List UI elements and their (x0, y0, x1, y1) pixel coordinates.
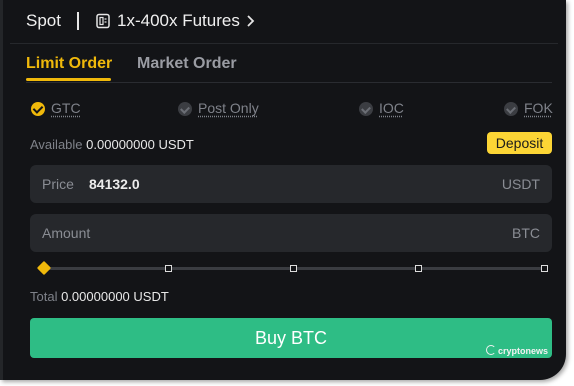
chevron-right-icon[interactable] (246, 13, 256, 29)
slider-mark-50[interactable] (290, 265, 297, 272)
available-value: 0.00000000 USDT (86, 137, 194, 152)
slider-mark-100[interactable] (541, 265, 548, 272)
slider-handle[interactable] (36, 260, 52, 276)
amount-unit: BTC (512, 225, 540, 241)
total-value: 0.00000000 USDT (61, 289, 169, 304)
gtc-label[interactable]: GTC (51, 100, 81, 116)
watermark-text: cryptonews (498, 346, 549, 356)
spot-link[interactable]: Spot (26, 11, 61, 31)
order-total: Total 0.00000000 USDT (30, 289, 169, 304)
available-balance: Available 0.00000000 USDT (30, 137, 194, 152)
active-tab-indicator (26, 78, 111, 81)
divider (77, 12, 79, 30)
price-value[interactable]: 84132.0 (89, 176, 140, 192)
order-panel: Spot 1x-400x Futures Limit Order Market … (0, 0, 566, 380)
tab-limit-order[interactable]: Limit Order (26, 55, 112, 73)
price-unit: USDT (501, 176, 540, 192)
tab-market-order[interactable]: Market Order (137, 55, 237, 73)
gtc-radio[interactable] (31, 102, 45, 116)
price-label: Price (42, 176, 74, 192)
ioc-label[interactable]: IOC (379, 100, 404, 116)
post-only-label[interactable]: Post Only (198, 100, 259, 116)
market-type-bar: Spot 1x-400x Futures (0, 0, 566, 44)
amount-input[interactable]: Amount BTC (30, 214, 552, 252)
amount-placeholder: Amount (42, 225, 91, 241)
divider (26, 82, 552, 83)
ioc-radio[interactable] (359, 102, 373, 116)
watermark: cryptonews (486, 345, 548, 356)
divider (10, 43, 558, 44)
cryptonews-logo-icon (486, 345, 496, 355)
slider-mark-25[interactable] (165, 265, 172, 272)
available-label: Available (30, 137, 83, 152)
deposit-button[interactable]: Deposit (487, 132, 552, 154)
total-label: Total (30, 289, 58, 304)
post-only-radio[interactable] (178, 102, 192, 116)
document-icon (96, 13, 110, 29)
buy-button[interactable]: Buy BTC (30, 318, 552, 358)
fok-label[interactable]: FOK (524, 100, 553, 116)
slider-mark-75[interactable] (415, 265, 422, 272)
futures-link[interactable]: 1x-400x Futures (117, 11, 240, 31)
left-edge-line (0, 0, 3, 380)
price-input[interactable]: Price 84132.0 USDT (30, 165, 552, 203)
amount-slider[interactable] (30, 258, 552, 278)
fok-radio[interactable] (504, 102, 518, 116)
